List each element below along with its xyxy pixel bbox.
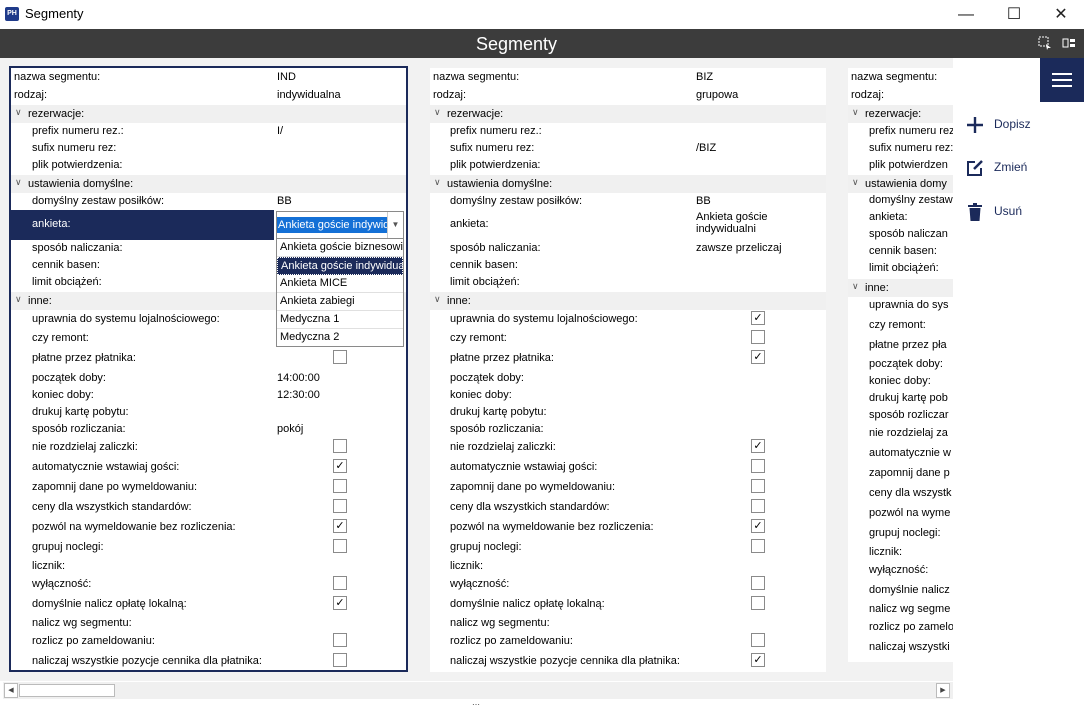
segment-panel-3[interactable]: nazwa segmentu: rodzaj: ∨ rezerwacje: pre… xyxy=(848,68,953,662)
scroll-left-icon[interactable]: ◀ xyxy=(4,683,18,698)
app-icon: PH xyxy=(5,7,19,21)
hamburger-menu-button[interactable] xyxy=(1040,58,1084,102)
checkbox-zaliczki[interactable] xyxy=(333,439,347,453)
checkbox-pozwol[interactable]: ✓ xyxy=(751,519,765,533)
segment-panel-ind[interactable]: nazwa segmentu: IND rodzaj: indywidualna ∨… xyxy=(9,66,408,672)
checkbox-zapomnij[interactable] xyxy=(751,479,765,493)
ankieta-select[interactable]: Ankieta goście indywidualni ▼ xyxy=(276,211,404,239)
dropdown-option[interactable]: Medyczna 1 xyxy=(277,311,403,329)
checkbox-wszystkie[interactable] xyxy=(333,653,347,667)
dropdown-option[interactable]: Medyczna 2 xyxy=(277,329,403,346)
ankieta-dropdown-list[interactable]: Ankieta goście biznesowi Ankieta goście … xyxy=(276,238,404,347)
checkbox-wylacznosc[interactable] xyxy=(751,576,765,590)
horizontal-scrollbar[interactable]: ◀ ▶ xyxy=(3,682,953,699)
app-header: Segmenty xyxy=(0,29,1084,58)
section-rezerwacje[interactable]: ∨ rezerwacje: xyxy=(11,105,406,123)
title-bar: PH Segmenty — ☐ ✕ xyxy=(0,0,1084,29)
checkbox-ceny[interactable] xyxy=(333,499,347,513)
segments-view: nazwa segmentu: IND rodzaj: indywidualna ∨… xyxy=(0,58,953,681)
checkbox-wstawiaj[interactable]: ✓ xyxy=(333,459,347,473)
scroll-thumb[interactable] xyxy=(19,684,115,697)
checkbox-ceny[interactable] xyxy=(751,499,765,513)
checkbox-platnik[interactable]: ✓ xyxy=(751,350,765,364)
checkbox-platnik[interactable] xyxy=(333,350,347,364)
layout-icon[interactable] xyxy=(1062,36,1076,50)
plus-icon xyxy=(965,115,985,135)
checkbox-oplata[interactable]: ✓ xyxy=(333,596,347,610)
checkbox-wylacznosc[interactable] xyxy=(333,576,347,590)
maximize-button[interactable]: ☐ xyxy=(991,0,1037,29)
window-title: Segmenty xyxy=(25,6,84,21)
trash-icon xyxy=(965,202,985,222)
page-title: Segmenty xyxy=(475,34,558,54)
field-label: rodzaj: xyxy=(14,89,48,101)
section-rezerwacje[interactable]: ∨ rezerwacje: xyxy=(848,105,953,123)
section-inne[interactable]: ∨ inne: xyxy=(430,292,826,310)
dropdown-option-selected[interactable]: Ankieta goście indywidualni xyxy=(277,257,403,275)
ankieta-row[interactable]: ankieta: xyxy=(11,210,274,240)
edit-icon xyxy=(965,158,985,178)
segment-type-value: indywidualna xyxy=(277,89,341,101)
resize-grip-icon[interactable]: ⋯ xyxy=(472,700,482,709)
actions-panel: Dopisz Zmień Usuń xyxy=(953,58,1084,711)
checkbox-pozwol[interactable]: ✓ xyxy=(333,519,347,533)
chevron-down-icon: ∨ xyxy=(434,107,441,117)
checkbox-oplata[interactable] xyxy=(751,596,765,610)
dropdown-option[interactable]: Ankieta zabiegi xyxy=(277,293,403,311)
scroll-right-icon[interactable]: ▶ xyxy=(936,683,950,698)
section-ustawienia[interactable]: ∨ ustawienia domyślne: xyxy=(430,175,826,193)
checkbox-wszystkie[interactable]: ✓ xyxy=(751,653,765,667)
section-rezerwacje[interactable]: ∨ rezerwacje: xyxy=(430,105,826,123)
checkbox-zaliczki[interactable]: ✓ xyxy=(751,439,765,453)
chevron-down-icon: ∨ xyxy=(15,177,22,187)
chevron-down-icon[interactable]: ▼ xyxy=(387,212,403,238)
checkbox-grupuj[interactable] xyxy=(333,539,347,553)
segment-panel-biz[interactable]: nazwa segmentu: BIZ rodzaj: grupowa ∨ rezer… xyxy=(430,68,826,672)
dropdown-option[interactable]: Ankieta goście biznesowi xyxy=(277,239,403,257)
checkbox-zapomnij[interactable] xyxy=(333,479,347,493)
minimize-button[interactable]: — xyxy=(943,0,989,29)
dropdown-option[interactable]: Ankieta MICE xyxy=(277,275,403,293)
chevron-down-icon: ∨ xyxy=(434,177,441,187)
checkbox-wstawiaj[interactable] xyxy=(751,459,765,473)
section-ustawienia[interactable]: ∨ ustawienia domy xyxy=(848,175,953,193)
checkbox-remont[interactable] xyxy=(751,330,765,344)
close-button[interactable]: ✕ xyxy=(1038,0,1084,29)
section-inne[interactable]: ∨ inne: xyxy=(848,279,953,297)
chevron-down-icon: ∨ xyxy=(15,294,22,304)
chevron-down-icon: ∨ xyxy=(15,107,22,117)
select-area-icon[interactable] xyxy=(1038,36,1052,50)
checkbox-zameld[interactable] xyxy=(333,633,347,647)
field-label: nazwa segmentu: xyxy=(14,71,101,83)
section-ustawienia[interactable]: ∨ ustawienia domyślne: xyxy=(11,175,406,193)
checkbox-zameld[interactable] xyxy=(751,633,765,647)
segment-name-value: IND xyxy=(277,71,296,83)
checkbox-grupuj[interactable] xyxy=(751,539,765,553)
checkbox-lojal[interactable]: ✓ xyxy=(751,311,765,325)
chevron-down-icon: ∨ xyxy=(434,294,441,304)
